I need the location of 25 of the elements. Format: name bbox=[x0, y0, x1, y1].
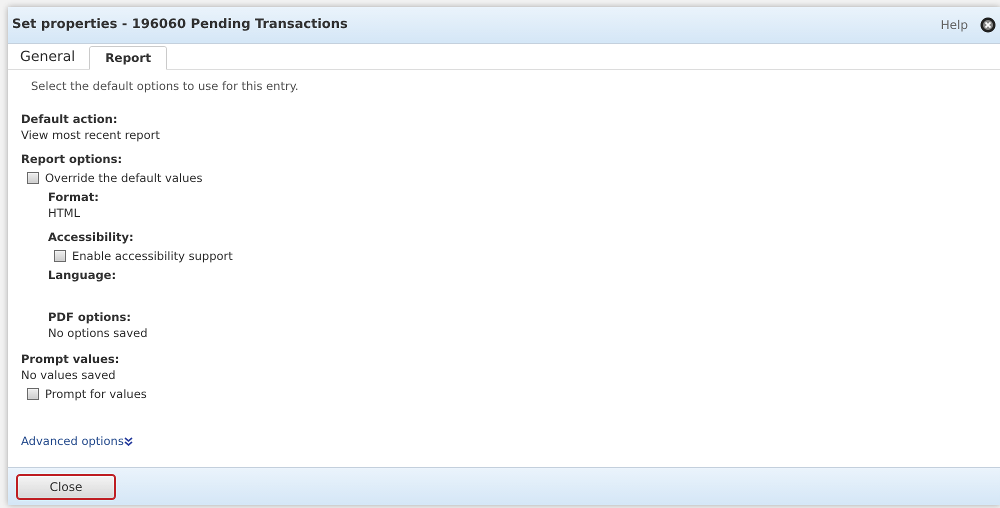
close-button[interactable]: Close bbox=[16, 474, 116, 500]
field-label: Prompt values: bbox=[21, 351, 120, 368]
tab[interactable]: General bbox=[12, 45, 84, 69]
field-label: Default action: bbox=[21, 111, 118, 128]
field-label: Report options: bbox=[21, 151, 124, 168]
field-label: Language: bbox=[48, 267, 118, 284]
field-value: View most recent report bbox=[21, 127, 161, 144]
advanced-options-link[interactable]: Advanced options bbox=[21, 433, 133, 450]
instruction-text: Select the default options to use for this entry. bbox=[31, 78, 300, 95]
field-value: HTML bbox=[48, 205, 82, 222]
field-label: Format: bbox=[48, 189, 100, 206]
field-value: No options saved bbox=[48, 325, 149, 342]
checkbox-label: Override the default values bbox=[45, 170, 202, 188]
help-link[interactable]: Help bbox=[940, 16, 968, 34]
close-icon[interactable] bbox=[980, 17, 996, 33]
checkbox[interactable] bbox=[27, 388, 39, 400]
checkbox[interactable] bbox=[54, 250, 66, 262]
checkbox-label: Prompt for values bbox=[45, 386, 147, 404]
checkbox[interactable] bbox=[27, 172, 39, 184]
field-value: No values saved bbox=[21, 367, 117, 384]
tab[interactable]: Report bbox=[89, 46, 168, 70]
field-label: PDF options: bbox=[48, 309, 132, 326]
field-label: Accessibility: bbox=[48, 229, 135, 246]
window-title: Set properties - 196060 Pending Transactions bbox=[12, 16, 348, 34]
checkbox-label: Enable accessibility support bbox=[72, 248, 233, 266]
